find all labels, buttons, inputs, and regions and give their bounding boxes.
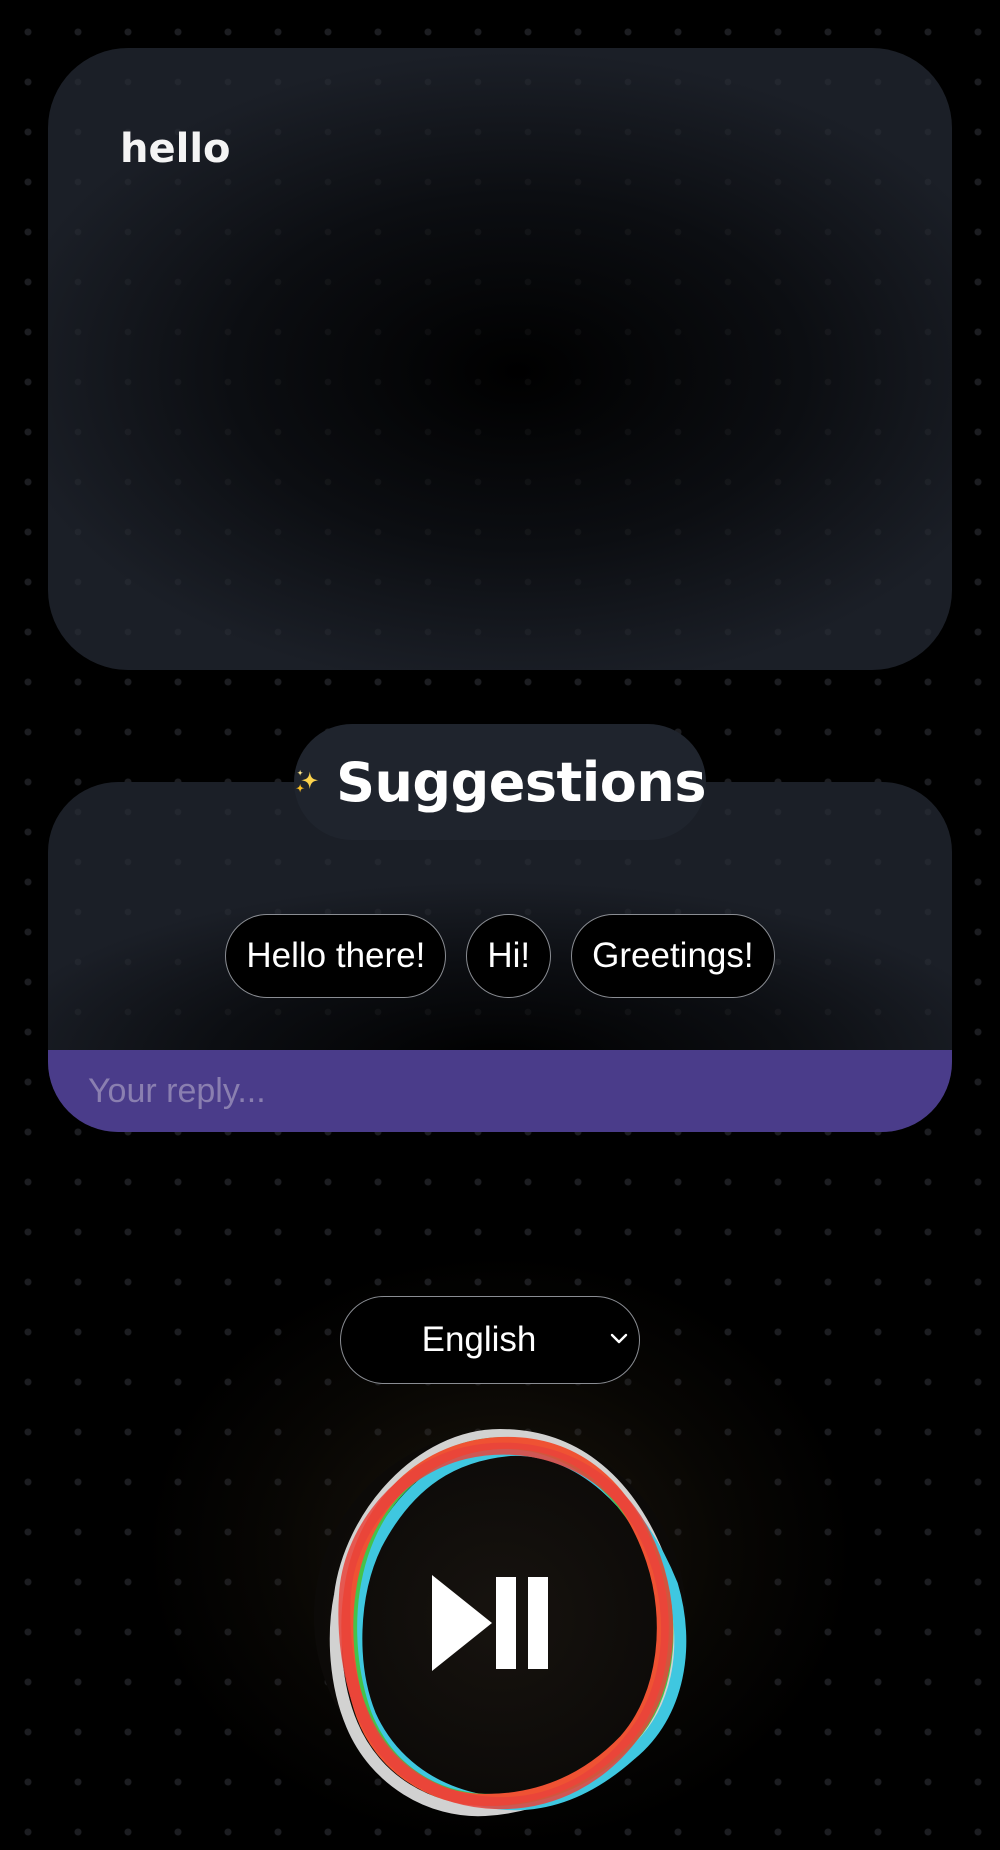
- sparkles-icon: [295, 769, 319, 793]
- suggestion-chip-greetings[interactable]: Greetings!: [571, 914, 775, 998]
- play-pause-button[interactable]: [280, 1395, 720, 1835]
- audio-visualizer: [314, 1429, 687, 1817]
- suggestions-header: Suggestions: [294, 724, 706, 840]
- language-selected-value: English: [421, 1320, 537, 1359]
- language-select[interactable]: English: [340, 1296, 640, 1384]
- transcript-text: hello: [120, 126, 231, 172]
- suggestion-chip-hello-there[interactable]: Hello there!: [225, 914, 447, 998]
- transcript-panel: hello: [48, 48, 952, 670]
- suggestions-title: Suggestions: [336, 750, 706, 814]
- reply-input[interactable]: [86, 1060, 910, 1122]
- suggestion-chip-hi[interactable]: Hi!: [466, 914, 552, 998]
- chevron-down-icon: [610, 1333, 628, 1344]
- suggestion-list: Hello there! Hi! Greetings!: [48, 914, 952, 998]
- reply-bar: [48, 1050, 952, 1132]
